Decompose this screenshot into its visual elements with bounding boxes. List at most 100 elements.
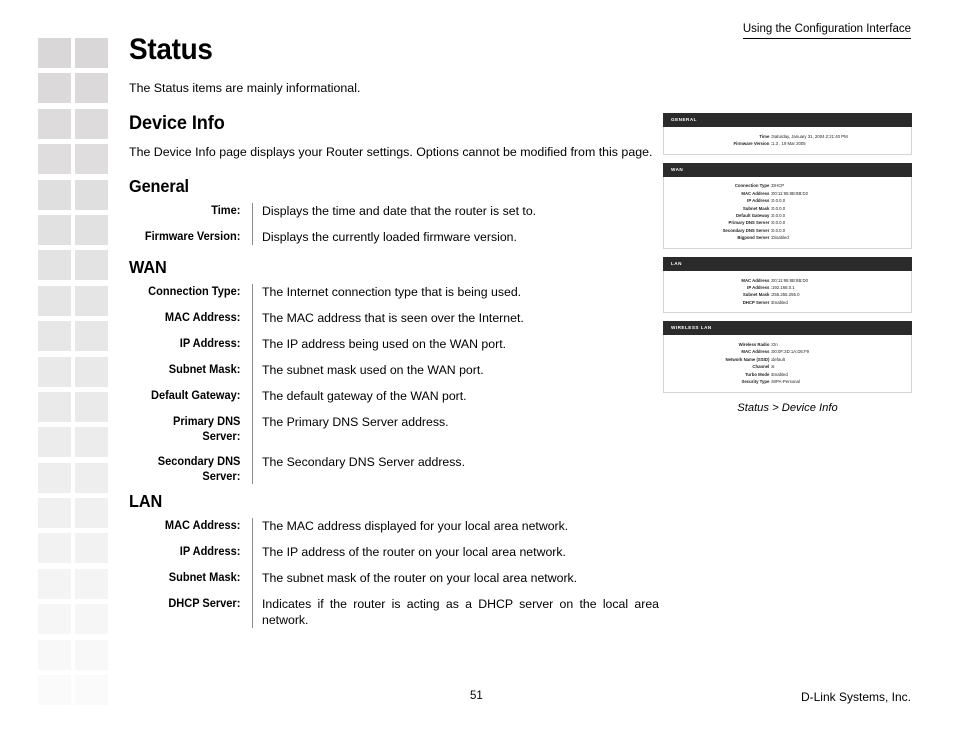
decorative-square	[75, 108, 108, 139]
decorative-square	[38, 498, 71, 529]
router-field-value: 192.168.0.1	[772, 284, 795, 290]
decorative-square-row	[38, 427, 110, 462]
router-panel-row: Subnet Mask :0.0.0.0	[664, 205, 905, 212]
definition-description: The Internet connection type that is bei…	[262, 285, 522, 299]
router-ui-panels: GENERAL Time : Saturday, January 31, 2004 …	[663, 113, 912, 393]
router-field-label: IP Address :	[747, 198, 772, 204]
definition-term: Subnet Mask:	[168, 571, 241, 584]
router-field-label: MAC Address :	[741, 190, 772, 196]
router-panel-row: MAC Address :00:0F:3D:1A:D5:F9	[664, 349, 905, 356]
router-panel-row: MAC Address :00:11:95:8B:8B:D0	[664, 277, 905, 284]
definition-table-lan: MAC Address: The MAC address displayed f…	[129, 518, 659, 628]
router-panel-body: Connection Type : DHCP MAC Address :00:11:…	[663, 176, 912, 249]
definition-description: The MAC address that is seen over the In…	[262, 311, 524, 325]
decorative-sidebar-squares	[38, 38, 110, 718]
definition-description: The subnet mask used on the WAN port.	[262, 363, 484, 377]
definition-description: The default gateway of the WAN port.	[262, 389, 467, 403]
router-field-value: 00:11:95:8B:8B:D2	[772, 190, 808, 196]
table-row: Subnet Mask: The subnet mask used on the…	[129, 362, 659, 388]
decorative-square	[38, 214, 71, 245]
decorative-square	[75, 321, 108, 352]
decorative-square	[75, 498, 108, 529]
router-field-value: 0.0.0.0	[772, 212, 786, 218]
decorative-square-row	[38, 604, 110, 639]
table-row: Primary DNS Server: The Primary DNS Serv…	[129, 414, 659, 454]
subsection-heading-wan: WAN	[129, 257, 167, 277]
router-field-label: Subnet Mask :	[742, 205, 772, 211]
definition-term: DHCP Server:	[168, 597, 241, 610]
decorative-square-row	[38, 568, 110, 604]
router-panel-row: MAC Address :00:11:95:8B:8B:D2	[664, 190, 905, 197]
decorative-square	[75, 462, 108, 493]
decorative-square	[38, 533, 71, 564]
page-intro-text: The Status items are mainly informationa…	[129, 81, 361, 95]
decorative-square-row	[38, 639, 110, 675]
decorative-square-row	[38, 38, 110, 73]
router-field-value: 0.0.0.0	[772, 205, 786, 211]
decorative-square	[38, 462, 71, 493]
decorative-square-row	[38, 533, 110, 568]
router-field-value: default	[772, 356, 785, 362]
decorative-square	[38, 391, 71, 422]
table-row: Secondary DNS Server: The Secondary DNS …	[129, 454, 659, 484]
definition-term: IP Address:	[179, 337, 241, 350]
definition-table-general: Time: Displays the time and date that th…	[129, 203, 659, 245]
router-field-value: 0.0.0.0	[772, 220, 786, 226]
decorative-square	[75, 38, 108, 68]
router-field-label: Subnet Mask :	[742, 292, 772, 298]
decorative-square	[38, 144, 71, 175]
decorative-square	[38, 321, 71, 352]
table-row: Connection Type: The Internet connection…	[129, 284, 659, 310]
decorative-square	[38, 356, 71, 387]
figure-caption: Status > Device Info	[737, 401, 838, 414]
router-field-label: Wireless Radio :	[738, 342, 772, 348]
router-field-label: Network Name (SSID) :	[725, 356, 772, 362]
decorative-square	[75, 73, 108, 104]
router-panel-row: Network Name (SSID) : default	[664, 356, 905, 363]
router-field-label: MAC Address :	[741, 349, 772, 355]
section-heading-device-info: Device Info	[129, 112, 225, 134]
router-panel-body: Wireless Radio : On MAC Address :00:0F:3D:…	[663, 335, 912, 393]
definition-description: The IP address of the router on your loc…	[262, 545, 566, 559]
router-field-value: Enabled	[772, 371, 788, 377]
footer-brand: D-Link Systems, Inc.	[800, 690, 911, 704]
router-panel-row: Default Gateway :0.0.0.0	[664, 212, 905, 219]
router-field-label: Firmware Version :	[733, 140, 772, 146]
definition-term: IP Address:	[179, 545, 241, 558]
router-field-label: Turbo Mode :	[745, 371, 772, 377]
decorative-square	[75, 639, 108, 670]
router-panel-row: Primary DNS Server :0.0.0.0	[664, 220, 905, 227]
router-field-value: 0.0.0.0	[772, 198, 786, 204]
router-panel-table: Wireless Radio : On MAC Address :00:0F:3D:…	[664, 341, 905, 385]
router-panel-row: Time : Saturday, January 31, 2004 2:21:40…	[664, 133, 905, 140]
router-field-label: Time :	[759, 133, 772, 139]
definition-term: Time:	[211, 204, 241, 217]
table-row: MAC Address: The MAC address that is see…	[129, 310, 659, 336]
router-field-value: 255.255.255.0	[772, 292, 800, 298]
decorative-square	[38, 427, 71, 458]
router-panel-row: Firmware Version :1.3 , 19 Mar 2005	[664, 140, 905, 147]
decorative-square	[75, 285, 108, 316]
running-header: Using the Configuration Interface	[742, 22, 911, 39]
decorative-square	[38, 250, 71, 281]
router-panel-row: IP Address :0.0.0.0	[664, 198, 905, 205]
decorative-square	[75, 179, 108, 210]
decorative-square-row	[38, 462, 110, 498]
router-panel-row: Bigpond Server : Disabled	[664, 235, 905, 242]
definition-description: The MAC address displayed for your local…	[262, 519, 569, 533]
decorative-square	[75, 427, 108, 458]
decorative-square-row	[38, 498, 110, 533]
decorative-square-row	[38, 179, 110, 215]
decorative-square	[38, 568, 71, 599]
decorative-square	[38, 604, 71, 635]
router-panel: GENERAL Time : Saturday, January 31, 2004 …	[663, 113, 912, 155]
definition-description: The Primary DNS Server address.	[262, 415, 449, 429]
table-row: Subnet Mask: The subnet mask of the rout…	[129, 570, 659, 596]
router-panel-row: Channel :6	[664, 364, 905, 371]
decorative-square	[75, 533, 108, 564]
router-field-value: WPA-Personal	[772, 379, 800, 385]
main-content-column: Status The Status items are mainly infor…	[129, 34, 659, 628]
router-field-label: Primary DNS Server :	[728, 220, 772, 226]
router-panel-table: MAC Address :00:11:95:8B:8B:D0 IP Address…	[664, 277, 905, 307]
decorative-square	[75, 250, 108, 281]
